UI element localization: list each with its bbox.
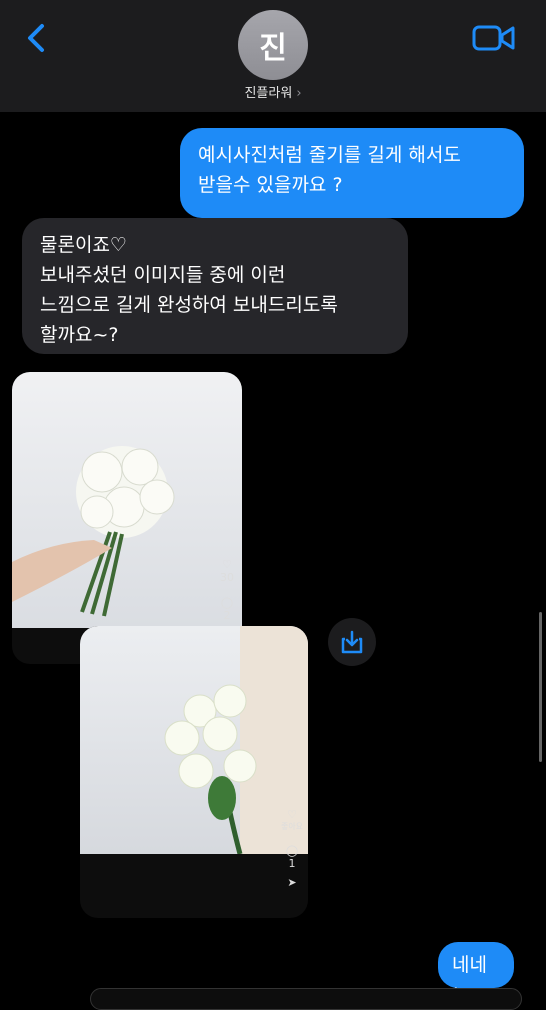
- chevron-left-icon[interactable]: [22, 22, 54, 54]
- download-icon: [341, 630, 363, 654]
- avatar[interactable]: 진: [238, 10, 308, 80]
- contact-name-button[interactable]: 진플라워 ›: [0, 82, 546, 101]
- bouquet-illustration: [12, 446, 175, 617]
- photo-message[interactable]: ♡ 좋아요 ◯ 1 ➤: [80, 626, 308, 918]
- avatar-initial: 진: [259, 31, 287, 66]
- message-line: 받을수 있을까요 ?: [198, 174, 343, 196]
- comment-icon[interactable]: ◯: [280, 844, 304, 857]
- share-icon[interactable]: ➤: [280, 876, 304, 889]
- like-count: 30: [220, 571, 234, 584]
- message-bubble-outgoing[interactable]: 네네 !: [438, 942, 514, 1006]
- message-input[interactable]: [90, 988, 522, 1010]
- like-label: 좋아요: [280, 822, 304, 831]
- bouquet-photo: [80, 626, 308, 855]
- save-photo-button[interactable]: [328, 618, 376, 666]
- comment-count: 2: [223, 609, 231, 622]
- message-line: 물론이죠♡: [40, 234, 127, 256]
- heart-icon[interactable]: ♡: [216, 558, 238, 571]
- conversation-header: 진 진플라워 ›: [0, 0, 546, 112]
- bouquet-photo: [12, 372, 242, 628]
- bouquet-illustration: [164, 626, 308, 855]
- heart-icon[interactable]: ♡: [280, 808, 304, 821]
- contact-name: 진플라워: [244, 86, 293, 101]
- video-camera-icon[interactable]: [472, 24, 516, 52]
- chevron-right-icon: ›: [296, 86, 302, 101]
- message-line: 할까요~?: [40, 324, 119, 346]
- message-line: 느낌으로 길게 완성하여 보내드리도록: [40, 294, 338, 316]
- comment-icon[interactable]: ◯: [216, 596, 238, 609]
- photo-message[interactable]: ♡ 30 ◯ 2: [12, 372, 242, 664]
- message-bubble-incoming[interactable]: 물론이죠♡ 보내주셨던 이미지들 중에 이런 느낌으로 길게 완성하여 보내드리…: [22, 218, 408, 354]
- message-line: 보내주셨던 이미지들 중에 이런: [40, 264, 286, 286]
- comment-count: 1: [288, 857, 296, 870]
- scrollbar[interactable]: [539, 612, 542, 762]
- message-line: 예시사진처럼 줄기를 길게 해서도: [198, 144, 461, 166]
- message-bubble-outgoing[interactable]: 예시사진처럼 줄기를 길게 해서도 받을수 있을까요 ?: [180, 128, 524, 218]
